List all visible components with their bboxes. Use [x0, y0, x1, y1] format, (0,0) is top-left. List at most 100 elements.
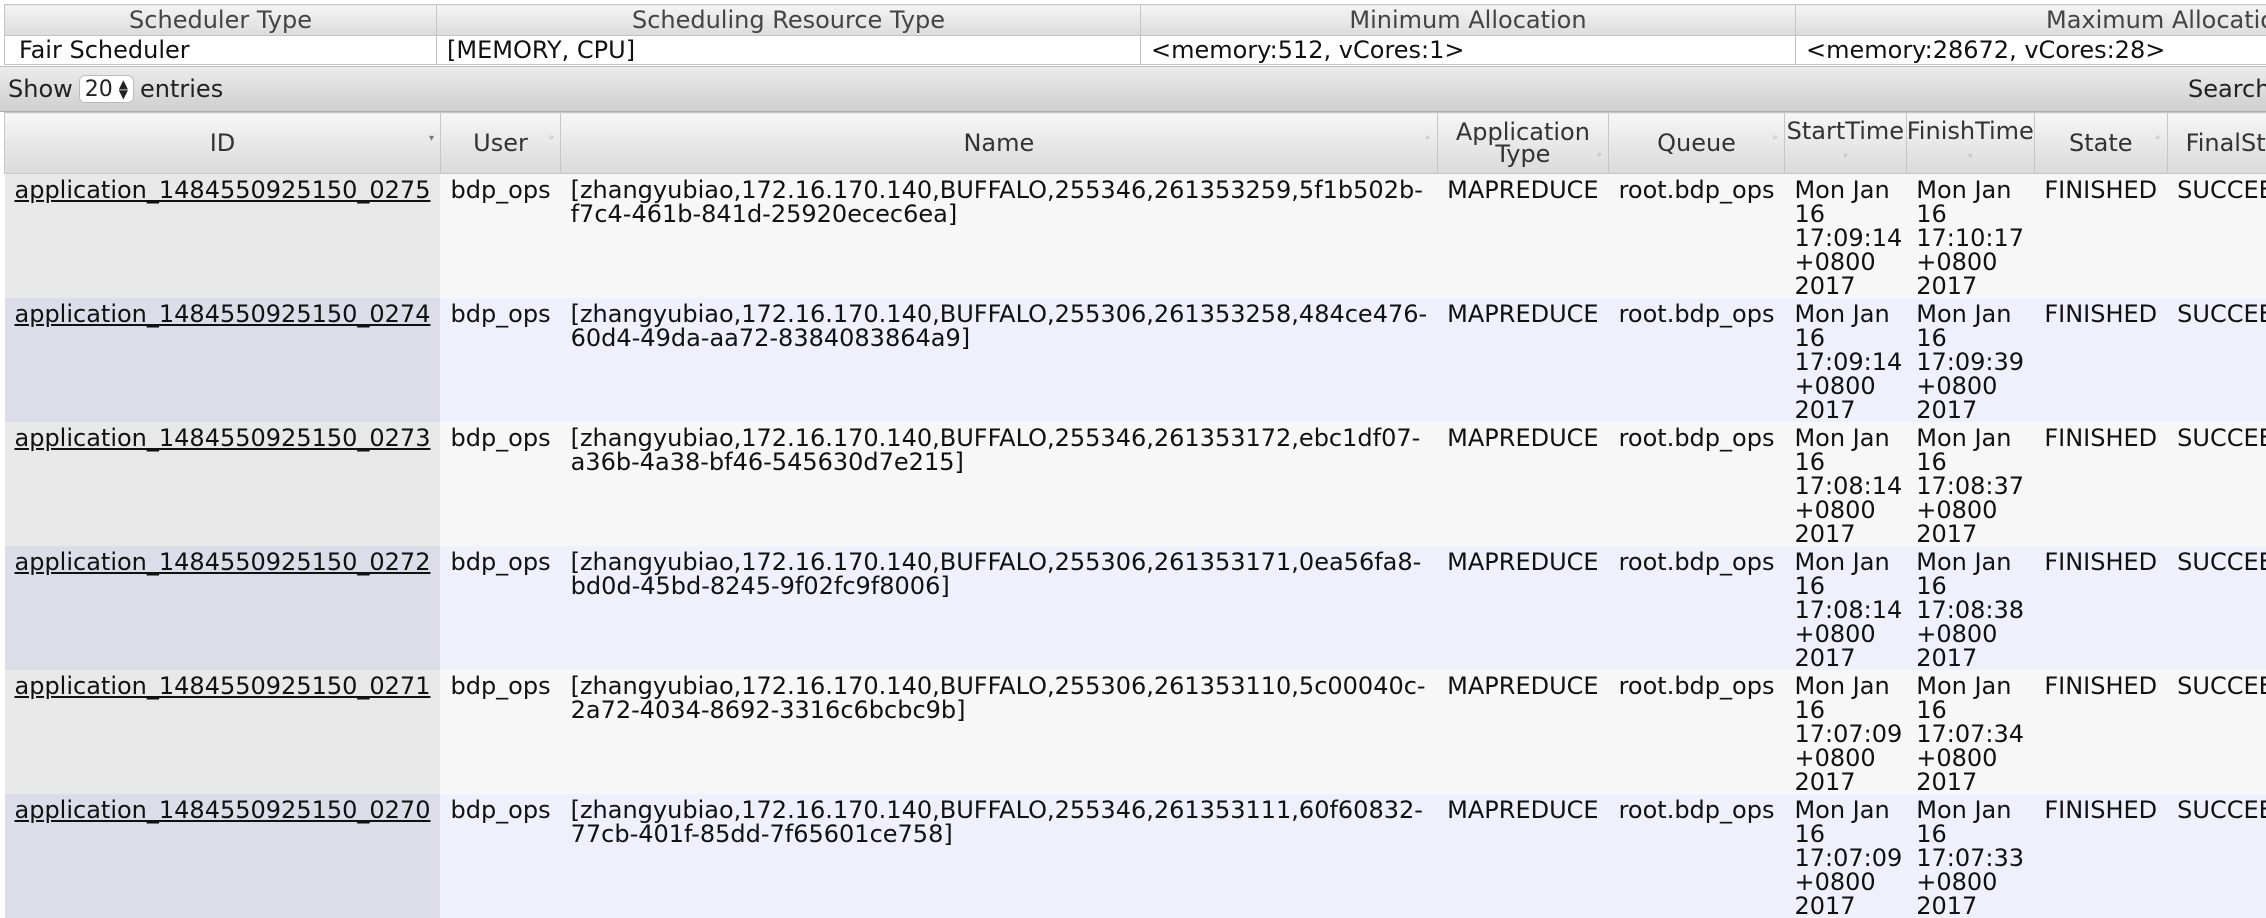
app-finish-time: Mon Jan1617:07:34+08002017 [1906, 670, 2034, 794]
app-start-time-part: 16 [1794, 326, 1902, 350]
app-state: FINISHED [2034, 422, 2167, 546]
app-id-cell: application_1484550925150_0275 [5, 174, 441, 299]
app-finish-time-part: Mon Jan [1916, 426, 2030, 450]
app-finish-time-part: +0800 [1916, 746, 2030, 770]
app-finish-time-part: Mon Jan [1916, 302, 2030, 326]
app-id-cell: application_1484550925150_0273 [5, 422, 441, 546]
app-start-time-part: 16 [1794, 450, 1902, 474]
app-finish-time-part: 2017 [1916, 398, 2030, 422]
column-name-label: Name [963, 129, 1034, 157]
column-user-label: User [473, 129, 528, 157]
app-start-time-part: 2017 [1794, 646, 1902, 670]
app-finish-time-part: +0800 [1916, 622, 2030, 646]
minimum-allocation-value: <memory:512, vCores:1> [1141, 36, 1796, 65]
applications-table-body: application_1484550925150_0275bdp_ops[zh… [5, 174, 2266, 918]
scheduler-info-table: Scheduler Type Scheduling Resource Type … [4, 4, 2266, 65]
app-final-status: SUCCEEDED [2167, 546, 2266, 670]
app-type: MAPREDUCE [1437, 298, 1608, 422]
scheduler-type-header: Scheduler Type [5, 5, 437, 36]
app-final-status: SUCCEEDED [2167, 174, 2266, 299]
app-name: [zhangyubiao,172.16.170.140,BUFFALO,2553… [561, 422, 1438, 546]
app-start-time: Mon Jan1617:08:14+08002017 [1784, 422, 1906, 546]
sort-icon: ◦ [1596, 145, 1602, 167]
app-finish-time-part: Mon Jan [1916, 550, 2030, 574]
app-finish-time-part: 2017 [1916, 646, 2030, 670]
column-state[interactable]: State◦ [2034, 113, 2167, 174]
app-start-time-part: 16 [1794, 822, 1902, 846]
scheduling-resource-type-header: Scheduling Resource Type [437, 5, 1141, 36]
app-start-time-part: 17:09:14 [1794, 350, 1902, 374]
app-finish-time: Mon Jan1617:09:39+08002017 [1906, 298, 2034, 422]
column-application-type[interactable]: Application Type◦ [1437, 113, 1608, 174]
app-finish-time: Mon Jan1617:07:33+08002017 [1906, 794, 2034, 918]
column-finish-time[interactable]: FinishTime◦ [1906, 113, 2034, 174]
minimum-allocation-header: Minimum Allocation [1141, 5, 1796, 36]
app-user: bdp_ops [440, 422, 560, 546]
sort-icon: ◦ [548, 127, 554, 151]
app-id-cell: application_1484550925150_0271 [5, 670, 441, 794]
app-type: MAPREDUCE [1437, 794, 1608, 918]
app-queue: root.bdp_ops [1609, 422, 1785, 546]
app-name: [zhangyubiao,172.16.170.140,BUFFALO,2553… [561, 174, 1438, 299]
table-row: application_1484550925150_0275 bdp_ops[zh… [5, 174, 2266, 299]
app-type: MAPREDUCE [1437, 546, 1608, 670]
app-queue: root.bdp_ops [1609, 546, 1785, 670]
column-start-time[interactable]: StartTime◦ [1784, 113, 1906, 174]
page-length-select[interactable]: 20 ▲▼ [79, 75, 134, 103]
app-id-link[interactable]: application_1484550925150_0272 [15, 548, 431, 576]
column-final-status-label: FinalStatus [2186, 129, 2266, 157]
sort-icon: ▾ [429, 127, 434, 151]
app-id-link[interactable]: application_1484550925150_0273 [15, 424, 431, 452]
app-start-time-part: +0800 [1794, 622, 1902, 646]
column-id[interactable]: ID▾ [5, 113, 441, 174]
column-start-time-label: StartTime [1787, 117, 1904, 145]
app-start-time-part: +0800 [1794, 746, 1902, 770]
app-finish-time: Mon Jan1617:08:37+08002017 [1906, 422, 2034, 546]
app-finish-time-part: Mon Jan [1916, 674, 2030, 698]
app-start-time-part: 17:08:14 [1794, 474, 1902, 498]
show-label: Show [8, 75, 73, 103]
app-id-cell: application_1484550925150_0272 [5, 546, 441, 670]
column-queue-label: Queue [1657, 129, 1736, 157]
app-finish-time-part: 2017 [1916, 274, 2030, 298]
app-finish-time-part: 17:09:39 [1916, 350, 2030, 374]
column-application-type-label: Application Type [1453, 121, 1593, 165]
app-finish-time-part: 16 [1916, 326, 2030, 350]
app-queue: root.bdp_ops [1609, 670, 1785, 794]
app-start-time-part: +0800 [1794, 870, 1902, 894]
app-final-status: SUCCEEDED [2167, 298, 2266, 422]
app-name: [zhangyubiao,172.16.170.140,BUFFALO,2553… [561, 670, 1438, 794]
app-finish-time-part: 17:08:38 [1916, 598, 2030, 622]
app-start-time: Mon Jan1617:08:14+08002017 [1784, 546, 1906, 670]
app-start-time-part: Mon Jan [1794, 550, 1902, 574]
app-state: FINISHED [2034, 174, 2167, 299]
app-id-cell: application_1484550925150_0274 [5, 298, 441, 422]
app-id-link[interactable]: application_1484550925150_0274 [15, 300, 431, 328]
app-type: MAPREDUCE [1437, 174, 1608, 299]
column-final-status[interactable]: FinalStatus◦ [2167, 113, 2266, 174]
app-start-time-part: 16 [1794, 698, 1902, 722]
column-name[interactable]: Name ◦ [561, 113, 1438, 174]
select-stepper-icon: ▲▼ [119, 79, 128, 99]
app-finish-time-part: +0800 [1916, 250, 2030, 274]
table-row: application_1484550925150_0270bdp_ops[zh… [5, 794, 2266, 918]
search-label[interactable]: Search [2188, 75, 2266, 103]
table-row: application_1484550925150_0274bdp_ops[zh… [5, 298, 2266, 422]
app-finish-time-part: 2017 [1916, 522, 2030, 546]
app-start-time-part: 2017 [1794, 522, 1902, 546]
app-start-time-part: 17:08:14 [1794, 598, 1902, 622]
app-id-link[interactable]: application_1484550925150_0271 [15, 672, 431, 700]
entries-label: entries [140, 75, 223, 103]
app-user: bdp_ops [440, 794, 560, 918]
app-finish-time-part: +0800 [1916, 870, 2030, 894]
app-state: FINISHED [2034, 546, 2167, 670]
app-user: bdp_ops [440, 174, 560, 299]
column-queue[interactable]: Queue◦ [1609, 113, 1785, 174]
app-id-link[interactable]: application_1484550925150_0270 [15, 796, 431, 824]
app-user: bdp_ops [440, 546, 560, 670]
app-id-link[interactable]: application_1484550925150_0275 [15, 176, 431, 204]
app-start-time-part: 16 [1794, 574, 1902, 598]
sort-icon: ◦ [1425, 127, 1431, 151]
app-finish-time-part: Mon Jan [1916, 798, 2030, 822]
column-user[interactable]: User ◦ [440, 113, 560, 174]
